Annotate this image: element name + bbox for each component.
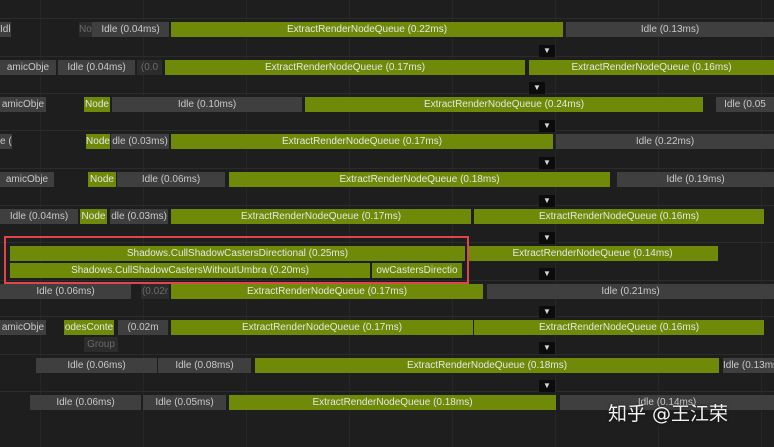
sample-block[interactable]: ExtractRenderNodeQueue (0.17ms) <box>171 209 471 224</box>
sample-block[interactable]: owCastersDirectio <box>372 263 462 278</box>
sample-block[interactable]: ExtractRenderNodeQueue (0.17ms) <box>171 284 483 299</box>
row-separator <box>0 391 774 392</box>
idle-block[interactable]: Idle (0.08ms) <box>158 358 251 373</box>
row-separator <box>0 242 774 243</box>
expand-arrow-icon[interactable]: ▼ <box>539 342 555 354</box>
sample-block[interactable]: ExtractRenderNodeQueue (0.18ms) <box>229 395 556 410</box>
profiler-timeline[interactable]: Idle (0.03ms)NodeIdle (0.04ms)ExtractRen… <box>0 0 774 447</box>
watermark: 知乎 @王江荣 <box>608 403 729 425</box>
expand-arrow-icon[interactable]: ▼ <box>539 45 555 57</box>
idle-block[interactable]: Idle (0.06ms) <box>30 395 141 410</box>
sample-block[interactable]: ExtractRenderNodeQueue (0.17ms) <box>171 134 553 149</box>
sample-block[interactable]: Node <box>84 97 110 112</box>
idle-block[interactable]: amicObje <box>0 97 46 112</box>
idle-block[interactable]: Idle (0.06ms) <box>117 172 225 187</box>
idle-block[interactable]: amicObje <box>0 172 54 187</box>
idle-block[interactable]: Idle (0.10ms) <box>112 97 302 112</box>
idle-block[interactable]: dle (0.03ms) <box>111 134 169 149</box>
idle-block[interactable]: Idle (0.13ms) <box>723 358 774 373</box>
sample-block[interactable]: ExtractRenderNodeQueue (0.17ms) <box>165 60 525 75</box>
row-separator <box>0 316 774 317</box>
expand-arrow-icon[interactable]: ▼ <box>539 195 555 207</box>
sample-block[interactable]: ExtractRenderNodeQueue (0.16ms) <box>474 320 764 335</box>
expand-arrow-icon[interactable]: ▼ <box>539 120 555 132</box>
expand-arrow-icon[interactable]: ▼ <box>539 232 555 244</box>
sample-block[interactable]: ExtractRenderNodeQueue (0.17ms) <box>171 320 473 335</box>
idle-block[interactable]: dle (0.03ms) <box>110 209 168 224</box>
idle-block[interactable]: (0.02m <box>118 320 168 335</box>
sample-block[interactable]: Node <box>88 172 116 187</box>
idle-block[interactable]: Idle (0.03ms) <box>0 22 11 37</box>
row-separator <box>0 280 774 281</box>
sample-block[interactable]: ExtractRenderNodeQueue (0.18ms) <box>255 358 719 373</box>
idle-block[interactable]: amicObje <box>0 60 56 75</box>
idle-block[interactable]: Idle (0.21ms) <box>487 284 774 299</box>
idle-block[interactable]: Idle (0.04ms) <box>0 209 78 224</box>
sample-block[interactable]: ExtractRenderNodeQueue (0.18ms) <box>229 172 610 187</box>
sample-block[interactable]: ExtractRenderNodeQueue (0.24ms) <box>305 97 703 112</box>
row-separator <box>0 18 774 19</box>
idle-block[interactable]: (0.0 <box>137 60 162 75</box>
idle-block[interactable]: (0.02r <box>141 284 169 299</box>
sample-block[interactable]: Node <box>80 209 107 224</box>
sample-block[interactable]: ExtractRenderNodeQueue (0.16ms) <box>474 209 764 224</box>
sample-block[interactable]: Shadows.CullShadowCastersDirectional (0.… <box>10 246 465 261</box>
idle-block[interactable]: Idle (0.04ms) <box>92 22 169 37</box>
row-separator <box>0 56 774 57</box>
sample-block[interactable]: ExtractRenderNodeQueue (0.22ms) <box>171 22 563 37</box>
idle-block[interactable]: amicObje <box>0 320 46 335</box>
idle-block[interactable]: Idle (0.05ms) <box>143 395 226 410</box>
idle-block[interactable]: Idle (0.06ms) <box>36 358 157 373</box>
sample-block[interactable]: ExtractRenderNodeQueue (0.16ms) <box>529 60 774 75</box>
row-separator <box>0 205 774 206</box>
row-separator <box>0 168 774 169</box>
expand-arrow-icon[interactable]: ▼ <box>529 82 545 94</box>
sample-block[interactable]: ExtractRenderNodeQueue (0.14ms) <box>467 246 718 261</box>
idle-block[interactable]: Idle (0.19ms) <box>617 172 774 187</box>
idle-block[interactable]: e (0.02m <box>0 134 12 149</box>
row-separator <box>0 354 774 355</box>
idle-block[interactable]: Idle (0.13ms) <box>566 22 774 37</box>
idle-block[interactable]: Idle (0.04ms) <box>58 60 135 75</box>
idle-block[interactable]: Group <box>84 337 118 352</box>
sample-block[interactable]: Shadows.CullShadowCastersWithoutUmbra (0… <box>10 263 370 278</box>
row-separator <box>0 93 774 94</box>
expand-arrow-icon[interactable]: ▼ <box>539 306 555 318</box>
expand-arrow-icon[interactable]: ▼ <box>539 157 555 169</box>
idle-block[interactable]: Idle (0.06ms) <box>0 284 131 299</box>
expand-arrow-icon[interactable]: ▼ <box>539 268 555 280</box>
idle-block[interactable]: Idle (0.22ms) <box>556 134 774 149</box>
expand-arrow-icon[interactable]: ▼ <box>539 380 555 392</box>
sample-block[interactable]: Node <box>86 134 110 149</box>
idle-block[interactable]: Idle (0.05 <box>716 97 774 112</box>
sample-block[interactable]: odesConte <box>64 320 114 335</box>
row-separator <box>0 130 774 131</box>
